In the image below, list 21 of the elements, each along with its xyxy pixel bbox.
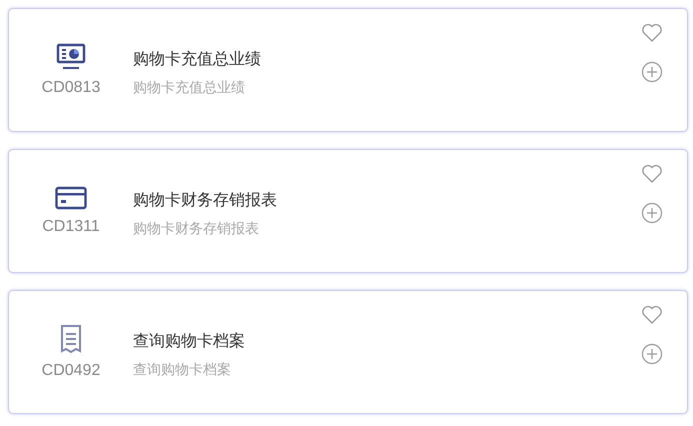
report-code: CD1311 [42, 218, 100, 236]
favorite-button[interactable] [641, 164, 663, 184]
add-button[interactable] [641, 343, 663, 365]
report-title: 购物卡充值总业绩 [133, 49, 262, 70]
favorite-button[interactable] [641, 305, 663, 325]
monitor-chart-icon [56, 43, 86, 71]
add-button[interactable] [641, 202, 663, 224]
report-card[interactable]: CD0492 查询购物卡档案 查询购物卡档案 [8, 290, 688, 414]
report-description: 购物卡财务存销报表 [133, 220, 260, 238]
add-button[interactable] [641, 61, 663, 83]
receipt-icon [58, 324, 84, 354]
report-code: CD0492 [42, 362, 100, 380]
report-description: 购物卡充值总业绩 [133, 79, 246, 97]
report-title: 查询购物卡档案 [133, 331, 246, 352]
report-description: 查询购物卡档案 [133, 361, 232, 379]
report-card[interactable]: CD0813 购物卡充值总业绩 购物卡充值总业绩 [8, 8, 688, 132]
report-code: CD0813 [42, 79, 100, 97]
favorite-button[interactable] [641, 23, 663, 43]
report-title: 购物卡财务存销报表 [133, 190, 278, 211]
credit-card-icon [55, 186, 87, 210]
report-card[interactable]: CD1311 购物卡财务存销报表 购物卡财务存销报表 [8, 149, 688, 273]
